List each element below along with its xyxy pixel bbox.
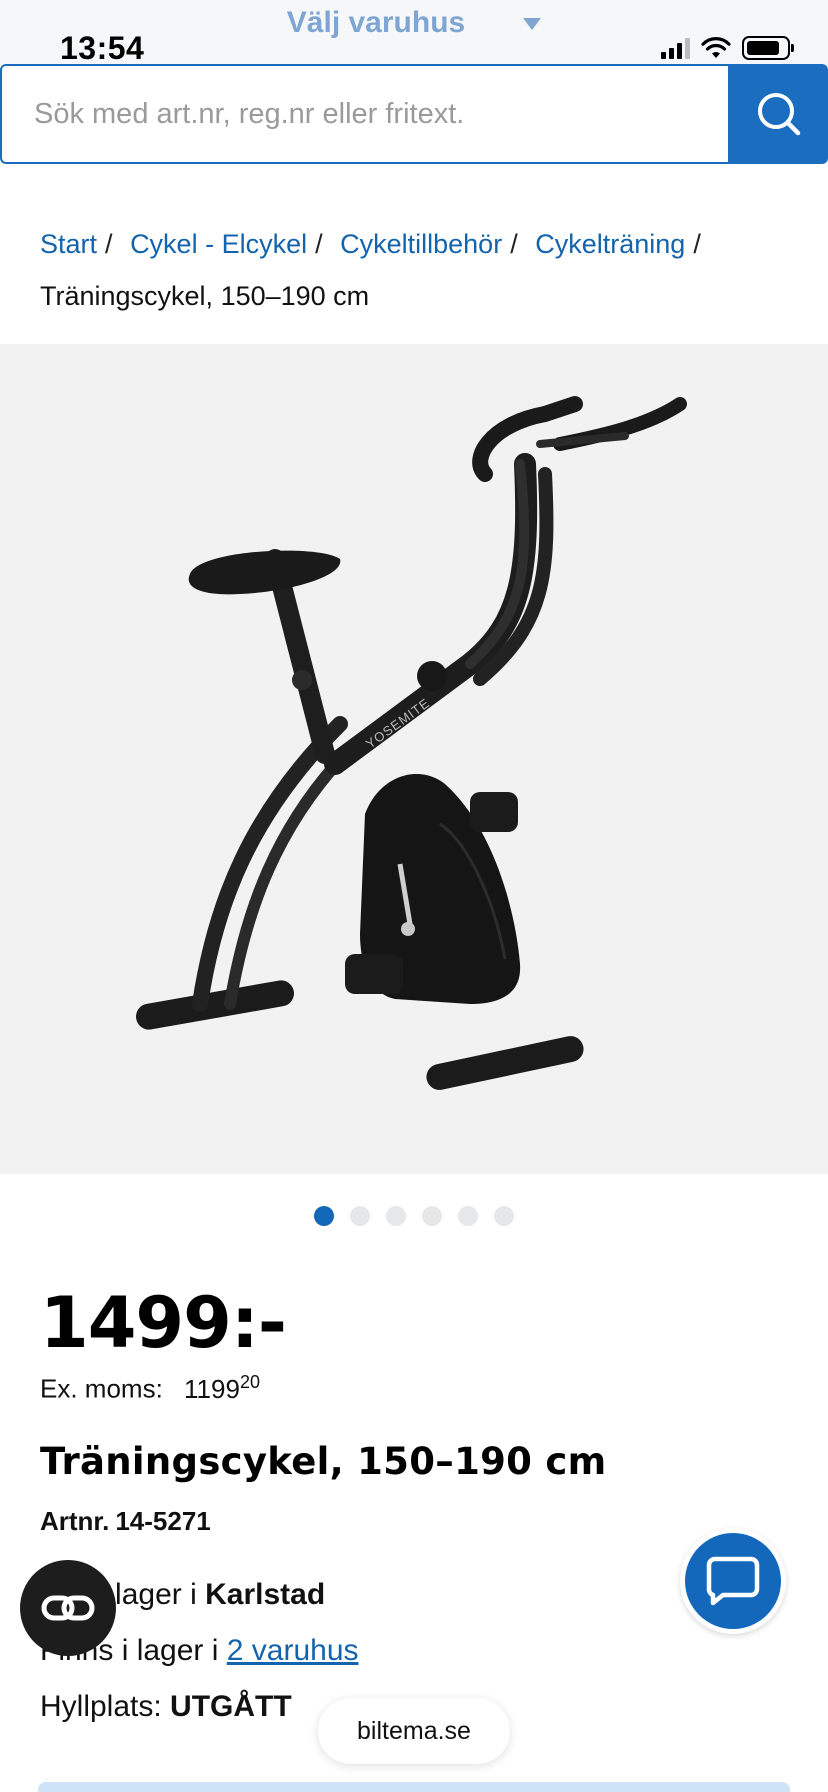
carousel-dot[interactable] — [422, 1206, 442, 1226]
article-number: Artnr. 14-5271 — [40, 1506, 211, 1537]
chat-bubble-icon — [706, 1556, 760, 1606]
wifi-icon — [701, 37, 731, 58]
exercise-bike-image: YOSEMITE — [136, 396, 687, 1090]
breadcrumb-separator: / — [510, 229, 518, 259]
chat-button[interactable] — [680, 1528, 786, 1634]
product-title: Träningscykel, 150–190 cm — [40, 1440, 607, 1483]
breadcrumb-separator: / — [693, 229, 701, 259]
breadcrumb-current: Träningscykel, 150–190 cm — [40, 281, 370, 311]
stores-with-stock-link[interactable]: 2 varuhus — [227, 1634, 359, 1667]
product-image[interactable]: YOSEMITE — [0, 344, 828, 1174]
search-icon — [758, 93, 801, 136]
breadcrumb-separator: / — [315, 229, 323, 259]
product-price: 1499:- — [40, 1282, 287, 1364]
status-bar: 13:54 Välj varuhus — [0, 0, 828, 66]
breadcrumb-cykeltraning[interactable]: Cykelträning — [535, 229, 685, 259]
shelf-value: UTGÅTT — [170, 1690, 292, 1723]
carousel-dots — [0, 1206, 828, 1226]
search-bar — [0, 64, 828, 164]
caret-down-icon — [523, 18, 542, 31]
browser-domain-label[interactable]: biltema.se — [318, 1698, 510, 1764]
cobrowse-button[interactable] — [20, 1560, 116, 1656]
ex-moms-label: Ex. moms: — [40, 1373, 163, 1404]
carousel-dot[interactable] — [494, 1206, 514, 1226]
store-selector[interactable]: Välj varuhus — [0, 6, 828, 40]
artnr-value: 14-5271 — [115, 1506, 211, 1536]
ex-moms-decimals: 20 — [239, 1372, 260, 1392]
store-selector-label: Välj varuhus — [286, 6, 466, 39]
carousel-dot[interactable] — [350, 1206, 370, 1226]
add-to-cart-strip[interactable] — [38, 1782, 790, 1792]
stock-local-store: Karlstad — [205, 1578, 326, 1611]
carousel-dot[interactable] — [458, 1206, 478, 1226]
link-icon — [41, 1595, 95, 1621]
ex-moms-value: 1199 — [184, 1373, 240, 1404]
shelf-location: Hyllplats: UTGÅTT — [40, 1690, 292, 1724]
breadcrumb-separator: / — [105, 229, 113, 259]
search-input[interactable] — [0, 64, 728, 164]
breadcrumb-cykeltillbehor[interactable]: Cykeltillbehör — [340, 229, 502, 259]
carousel-dot[interactable] — [314, 1206, 334, 1226]
breadcrumb: Start / Cykel - Elcykel / Cykeltillbehör / … — [40, 218, 800, 322]
status-icons — [661, 36, 794, 60]
breadcrumb-cykel-elcykel[interactable]: Cykel - Elcykel — [130, 229, 307, 259]
search-button[interactable] — [728, 64, 828, 164]
breadcrumb-start[interactable]: Start — [40, 229, 97, 259]
shelf-label: Hyllplats: — [40, 1690, 162, 1723]
carousel-dot[interactable] — [386, 1206, 406, 1226]
ex-moms-price: Ex. moms: 119920 — [40, 1372, 260, 1405]
cellular-signal-icon — [661, 37, 690, 59]
artnr-label: Artnr. — [40, 1506, 110, 1536]
battery-icon — [742, 36, 794, 60]
